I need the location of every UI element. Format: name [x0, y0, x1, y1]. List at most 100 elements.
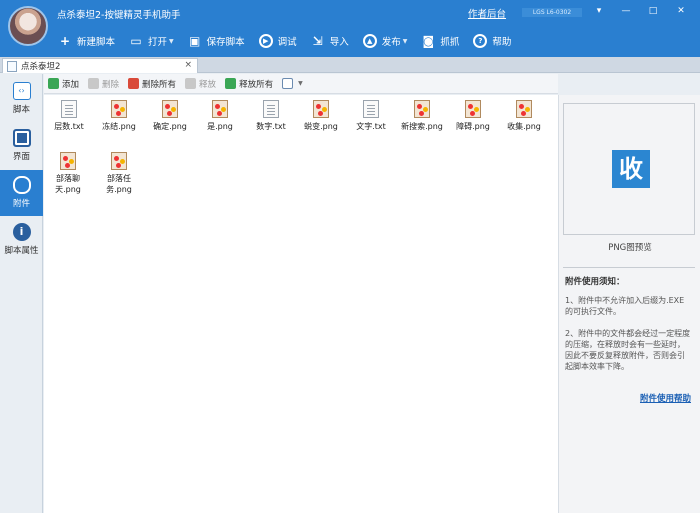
text-file-icon — [363, 100, 379, 118]
notice-paragraph-1: 1、附件中不允许加入后缀为.EXE的可执行文件。 — [565, 296, 685, 316]
plus-icon: + — [59, 34, 71, 48]
preview-image: 收 — [612, 150, 650, 188]
tab-dianshataitan2[interactable]: 点杀泰坦2 × — [2, 58, 198, 73]
document-icon — [7, 60, 17, 72]
new-script-label: 新建脚本 — [77, 37, 116, 48]
new-script-button[interactable]: + 新建脚本 — [58, 34, 115, 48]
file-item[interactable]: 障碍.png — [448, 100, 498, 132]
notice-title: 附件使用须知： — [565, 277, 625, 287]
add-button[interactable]: 添加 — [48, 78, 79, 90]
maximize-icon[interactable]: □ — [646, 4, 660, 18]
delete-all-button[interactable]: 删除所有 — [128, 78, 176, 90]
camera-icon: ◙ — [422, 34, 435, 48]
panel-divider — [563, 267, 695, 268]
view-mode-button[interactable]: ▼ — [282, 78, 303, 89]
delete-all-icon — [128, 78, 140, 89]
file-item[interactable]: 收集.png — [499, 100, 549, 132]
debug-label: 调试 — [277, 37, 297, 48]
sidebar-item-attachment[interactable]: 附件 — [0, 170, 43, 216]
file-name: 确定.png — [153, 122, 187, 131]
import-label: 导入 — [329, 37, 349, 48]
file-item[interactable]: 部落任务.png — [96, 152, 142, 195]
app-title: 点杀泰坦2-按键精灵手机助手 — [57, 10, 181, 21]
release-all-label: 释放所有 — [239, 79, 274, 90]
save-script-button[interactable]: ▣ 保存脚本 — [188, 34, 245, 48]
file-item[interactable]: 蜕变.png — [296, 100, 346, 132]
help-button[interactable]: ? 帮助 — [473, 34, 511, 48]
file-item[interactable]: 确定.png — [145, 100, 195, 132]
file-item[interactable]: 部落聊天.png — [46, 152, 90, 195]
text-file-icon — [263, 100, 279, 118]
release-label: 释放 — [199, 79, 217, 90]
publish-button[interactable]: ▲ 发布 ▼ — [362, 34, 408, 48]
sidebar-item-script[interactable]: ‹› 脚本 — [0, 76, 43, 122]
open-label: 打开 — [148, 37, 168, 48]
image-file-icon — [313, 100, 329, 118]
view-mode-icon — [282, 78, 294, 89]
sidebar-item-script-properties[interactable]: i 脚本属性 — [0, 217, 43, 263]
attachment-icon — [12, 176, 31, 194]
text-file-icon — [61, 100, 77, 118]
tab-label: 点杀泰坦2 — [21, 62, 61, 72]
file-name: 蜕变.png — [304, 122, 338, 131]
sidebar-item-layout[interactable]: 界面 — [0, 123, 43, 169]
file-item[interactable]: 新搜索.png — [396, 100, 448, 132]
user-id-badge: LGS L6-0302 — [522, 8, 582, 17]
release-all-button[interactable]: 释放所有 — [225, 78, 273, 90]
image-file-icon — [212, 100, 228, 118]
file-name: 新搜索.png — [401, 122, 443, 131]
open-dropdown-icon[interactable]: ▼ — [169, 38, 174, 45]
image-file-icon — [111, 100, 127, 118]
file-item[interactable]: 冻结.png — [94, 100, 144, 132]
image-file-icon — [414, 100, 430, 118]
sidebar-item-label: 附件 — [12, 199, 30, 209]
import-button[interactable]: ⇲ 导入 — [311, 34, 349, 48]
avatar[interactable] — [8, 6, 48, 46]
minimize-icon[interactable]: — — [619, 4, 633, 18]
file-item[interactable]: 是.png — [195, 100, 245, 132]
release-icon — [185, 78, 197, 89]
image-file-icon — [162, 100, 178, 118]
file-name: 障碍.png — [456, 122, 490, 131]
attachment-info-panel: 收 PNG图预览 附件使用须知： 1、附件中不允许加入后缀为.EXE的可执行文件… — [558, 95, 700, 513]
tab-close-icon[interactable]: × — [184, 60, 192, 70]
save-script-label: 保存脚本 — [206, 37, 245, 48]
attachment-help-link[interactable]: 附件使用帮助 — [640, 392, 691, 404]
file-name: 层数.txt — [54, 122, 84, 131]
file-item[interactable]: 层数.txt — [44, 100, 94, 132]
open-button[interactable]: ▭ 打开 ▼ — [129, 34, 174, 48]
file-item[interactable]: 文字.txt — [346, 100, 396, 132]
author-backend-link[interactable]: 作者后台 — [468, 6, 506, 20]
release-button[interactable]: 释放 — [185, 78, 216, 90]
file-name: 部落任务.png — [106, 174, 132, 194]
play-icon: ▶ — [258, 34, 273, 48]
capture-button[interactable]: ◙ 抓抓 — [421, 34, 460, 48]
title-bar: 点杀泰坦2-按键精灵手机助手 作者后台 LGS L6-0302 ▾ — □ ✕ … — [0, 0, 700, 57]
publish-dropdown-icon[interactable]: ▼ — [403, 38, 408, 45]
capture-label: 抓抓 — [440, 37, 460, 48]
delete-button[interactable]: 删除 — [88, 78, 119, 90]
close-icon[interactable]: ✕ — [674, 4, 688, 18]
image-file-icon — [465, 100, 481, 118]
file-name: 部落聊天.png — [55, 174, 81, 194]
image-file-icon — [60, 152, 76, 170]
menu-dropdown-icon[interactable]: ▾ — [592, 4, 606, 18]
png-preview-box: 收 — [563, 103, 695, 235]
delete-icon — [88, 78, 100, 89]
folder-icon: ▭ — [130, 34, 142, 48]
main-toolbar: + 新建脚本 ▭ 打开 ▼ ▣ 保存脚本 ▶ 调试 ⇲ 导入 ▲ 发布 ▼ ◙ … — [58, 31, 525, 51]
document-tab-bar: 点杀泰坦2 × — [0, 57, 700, 73]
delete-label: 删除 — [102, 79, 120, 90]
sidebar-item-label: 界面 — [12, 152, 30, 162]
save-icon: ▣ — [188, 34, 201, 48]
debug-button[interactable]: ▶ 调试 — [258, 34, 297, 48]
layout-icon — [12, 129, 31, 147]
left-sidebar: ‹› 脚本 界面 附件 i 脚本属性 — [0, 74, 43, 513]
file-name: 数字.txt — [256, 122, 286, 131]
file-name: 是.png — [207, 122, 233, 131]
add-icon — [48, 78, 59, 89]
notice-paragraph-2: 2、附件中的文件都会经过一定程度的压缩，在释放时会有一些延时，因此不要反复释放附… — [565, 329, 691, 371]
image-file-icon — [516, 100, 532, 118]
info-icon: i — [12, 223, 31, 241]
file-item[interactable]: 数字.txt — [246, 100, 296, 132]
